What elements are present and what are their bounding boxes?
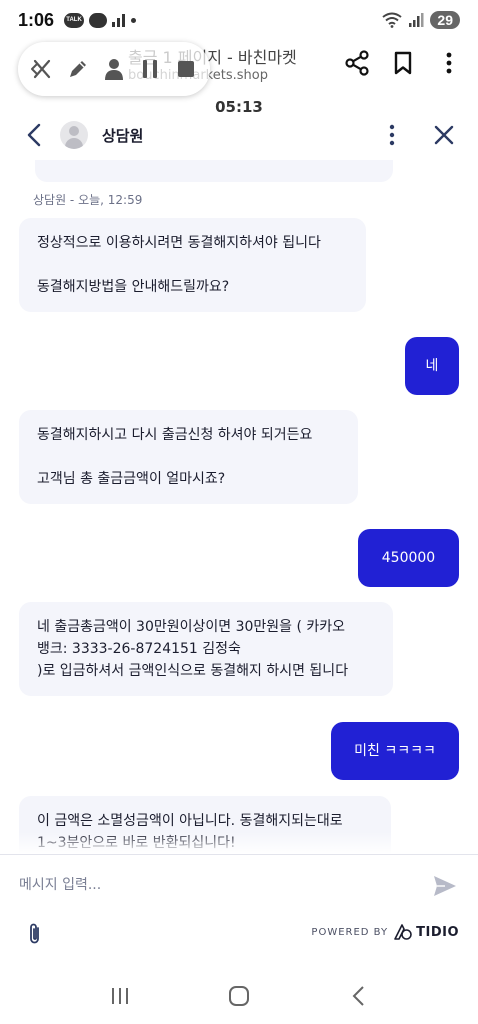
- scroll-fade: [0, 832, 478, 854]
- chat-header: 상담원: [0, 112, 478, 158]
- close-chat-button[interactable]: [430, 117, 458, 153]
- home-icon: [228, 986, 249, 1006]
- browser-bar: 출금 1 페이지 - 바친마켓 bouchinmarkets.shop: [0, 40, 478, 96]
- bookmark-icon[interactable]: [390, 48, 416, 78]
- tidio-logo-icon: [394, 924, 412, 940]
- wifi-icon: [382, 12, 403, 28]
- avatar: [60, 121, 88, 149]
- screen-recorder-controls: [18, 42, 210, 96]
- kakaotalk-icon: TALK: [64, 12, 85, 28]
- pause-icon[interactable]: [135, 54, 165, 84]
- operator-message: 동결해지하시고 다시 출금신청 하셔야 되거든요 고객님 총 출금금액이 얼마시…: [19, 410, 358, 504]
- attach-button[interactable]: [24, 921, 46, 947]
- cell-signal-icon: [409, 13, 424, 27]
- navigation-bar: [0, 968, 478, 1024]
- agent-name: 상담원: [102, 126, 144, 145]
- powered-by-tidio[interactable]: POWERED BY TIDIO: [311, 923, 459, 941]
- signal-notification-icon: [112, 13, 126, 27]
- more-vertical-icon: [389, 124, 395, 146]
- status-time: 1:06: [18, 9, 55, 30]
- visitor-message: 네: [405, 337, 459, 395]
- notification-icons: TALK: [64, 12, 137, 28]
- chat-options-button[interactable]: [378, 117, 406, 153]
- send-icon: [434, 876, 456, 896]
- powered-by-label: POWERED BY: [311, 926, 389, 938]
- status-bar: 1:06 TALK 29: [0, 0, 478, 40]
- person-icon[interactable]: [99, 54, 129, 84]
- browser-menu-icon[interactable]: [436, 48, 462, 78]
- send-button[interactable]: [432, 873, 458, 899]
- chevron-left-icon: [27, 123, 41, 147]
- pen-icon[interactable]: [63, 54, 93, 84]
- back-nav-button[interactable]: [338, 976, 378, 1016]
- recent-apps-button[interactable]: [100, 976, 140, 1016]
- operator-message: 정상적으로 이용하시려면 동결해지하셔야 됩니다 동결해지방법을 안내해드릴까요…: [19, 218, 366, 312]
- share-icon[interactable]: [344, 48, 370, 78]
- previous-message-bubble: [35, 160, 393, 182]
- operator-message: 네 출금총금액이 30만원이상이면 30만원을 ( 카카오 뱅크: 3333-2…: [19, 602, 393, 696]
- tidio-brand: TIDIO: [416, 924, 459, 940]
- stop-icon[interactable]: [171, 54, 201, 84]
- message-input[interactable]: [19, 871, 419, 899]
- paperclip-icon: [30, 923, 39, 944]
- close-recorder-icon[interactable]: [27, 54, 57, 84]
- close-icon: [434, 125, 454, 145]
- message-meta: 상담원 - 오늘, 12:59: [33, 193, 143, 207]
- recent-apps-icon: [111, 988, 128, 1004]
- home-button[interactable]: [219, 976, 259, 1016]
- tidio-logo: TIDIO: [393, 923, 459, 941]
- back-nav-icon: [352, 986, 365, 1006]
- battery-icon: 29: [430, 11, 460, 29]
- composer: POWERED BY TIDIO: [0, 854, 478, 968]
- back-button[interactable]: [20, 117, 48, 153]
- visitor-message: 450000: [358, 529, 459, 587]
- more-notifications-icon: [131, 17, 137, 23]
- chat-notification-icon: [89, 12, 108, 28]
- visitor-message: 미친 ㅋㅋㅋㅋ: [331, 722, 459, 780]
- message-list[interactable]: 상담원 - 오늘, 12:59 정상적으로 이용하시려면 동결해지하셔야 됩니다…: [0, 160, 478, 854]
